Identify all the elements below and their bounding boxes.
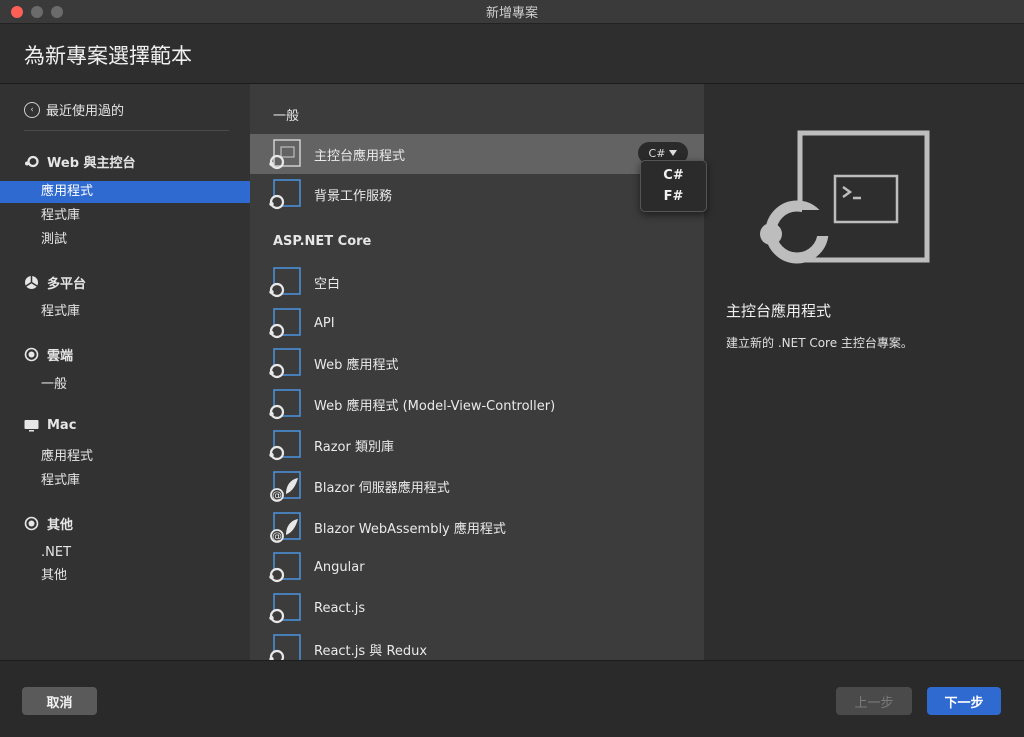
category-cloud[interactable]: 雲端	[24, 345, 73, 364]
recent-button[interactable]: ‹ 最近使用過的	[24, 100, 124, 119]
sidebar-item-other[interactable]: 其他	[0, 565, 250, 587]
project-template-icon	[269, 179, 301, 210]
category-label: 雲端	[47, 349, 74, 364]
language-option-csharp[interactable]: C#	[641, 165, 706, 186]
template-label: Blazor 伺服器應用程式	[314, 480, 450, 496]
blazor-icon: @	[270, 512, 301, 543]
template-react-redux[interactable]: React.js 與 Redux	[250, 629, 704, 660]
multiplatform-icon	[24, 275, 39, 290]
blazor-icon: @	[270, 471, 301, 502]
console-app-icon	[760, 130, 930, 264]
sidebar-item-mac-library[interactable]: 程式庫	[0, 470, 250, 492]
previous-button[interactable]: 上一步	[836, 687, 912, 715]
project-template-icon	[269, 308, 301, 339]
template-api[interactable]: API	[250, 303, 704, 343]
close-window-button[interactable]	[11, 6, 23, 18]
project-template-icon	[269, 267, 301, 298]
chevron-left-icon: ‹	[24, 101, 40, 118]
template-label: Blazor WebAssembly 應用程式	[314, 521, 506, 537]
template-list: 一般 主控台應用程式 C# 背景工作服務 ASP.NET Core 空白 API…	[250, 84, 704, 660]
template-label: Web 應用程式 (Model-View-Controller)	[314, 398, 556, 414]
sidebar-item-apps[interactable]: 應用程式	[0, 181, 250, 203]
project-template-icon	[269, 552, 301, 583]
group-label-general: 一般	[273, 109, 300, 124]
template-label: 空白	[314, 276, 341, 292]
template-label: API	[314, 315, 335, 331]
template-detail-panel: 主控台應用程式 建立新的 .NET Core 主控台專案。	[704, 84, 1024, 660]
language-selected: C#	[648, 146, 666, 160]
title-bar: 新增專案	[0, 0, 1024, 24]
template-razor-library[interactable]: Razor 類別庫	[250, 425, 704, 465]
category-label: 其他	[47, 518, 74, 533]
chevron-down-icon	[669, 150, 678, 156]
sidebar-item-mac-apps[interactable]: 應用程式	[0, 446, 250, 468]
template-detail-description: 建立新的 .NET Core 主控台專案。	[726, 336, 913, 350]
template-label: React.js 與 Redux	[314, 643, 428, 659]
category-label: Web 與主控台	[47, 156, 136, 171]
cloud-icon	[24, 347, 39, 362]
recent-label: 最近使用過的	[46, 104, 125, 119]
svg-text:@: @	[272, 491, 282, 502]
template-angular[interactable]: Angular	[250, 547, 704, 587]
zoom-window-button[interactable]	[51, 6, 63, 18]
minimize-window-button[interactable]	[31, 6, 43, 18]
window-title: 新增專案	[485, 6, 538, 21]
category-mac[interactable]: Mac	[24, 418, 76, 433]
category-sidebar: ‹ 最近使用過的 Web 與主控台 應用程式 程式庫 測試 多平台 程式庫 雲端…	[0, 84, 250, 660]
category-web-console[interactable]: Web 與主控台	[24, 152, 136, 171]
sidebar-item-multiplatform-library[interactable]: 程式庫	[0, 301, 250, 323]
project-template-icon	[269, 348, 301, 379]
template-worker-service[interactable]: 背景工作服務	[250, 174, 704, 214]
template-console-app[interactable]: 主控台應用程式 C#	[250, 134, 704, 174]
project-template-icon	[269, 430, 301, 461]
next-button[interactable]: 下一步	[927, 687, 1001, 715]
dotnet-icon	[24, 154, 39, 169]
template-label: Angular	[314, 559, 365, 575]
template-label: Razor 類別庫	[314, 439, 394, 455]
language-dropdown: C# F#	[640, 160, 707, 212]
template-react[interactable]: React.js	[250, 588, 704, 628]
category-label: 多平台	[47, 277, 87, 292]
sidebar-item-library[interactable]: 程式庫	[0, 205, 250, 227]
monitor-icon	[24, 418, 39, 433]
console-app-icon	[269, 139, 301, 170]
page-title: 為新專案選擇範本	[24, 44, 192, 68]
project-template-icon	[269, 593, 301, 624]
dialog-header: 為新專案選擇範本	[0, 24, 1024, 84]
template-blazor-wasm[interactable]: @ Blazor WebAssembly 應用程式	[250, 507, 704, 547]
template-label: 主控台應用程式	[314, 148, 406, 164]
dialog-footer: 取消 上一步 下一步	[0, 660, 1024, 737]
svg-text:@: @	[272, 532, 282, 543]
template-label: Web 應用程式	[314, 357, 399, 373]
other-icon	[24, 516, 39, 531]
sidebar-item-dotnet[interactable]: .NET	[0, 542, 250, 564]
sidebar-divider	[24, 130, 229, 131]
group-label-aspnet: ASP.NET Core	[273, 234, 372, 249]
template-web-app[interactable]: Web 應用程式	[250, 343, 704, 383]
sidebar-item-cloud-general[interactable]: 一般	[0, 374, 250, 396]
category-multiplatform[interactable]: 多平台	[24, 273, 86, 292]
sidebar-item-tests[interactable]: 測試	[0, 229, 250, 251]
language-option-fsharp[interactable]: F#	[641, 186, 706, 207]
template-label: React.js	[314, 600, 366, 616]
template-empty[interactable]: 空白	[250, 262, 704, 302]
template-blazor-server[interactable]: @ Blazor 伺服器應用程式	[250, 466, 704, 506]
project-template-icon	[269, 389, 301, 420]
window-controls	[11, 6, 63, 18]
category-other[interactable]: 其他	[24, 514, 73, 533]
template-web-app-mvc[interactable]: Web 應用程式 (Model-View-Controller)	[250, 384, 704, 424]
template-label: 背景工作服務	[314, 188, 393, 204]
project-template-icon	[269, 634, 301, 660]
category-label: Mac	[47, 418, 77, 433]
cancel-button[interactable]: 取消	[22, 687, 97, 715]
template-detail-title: 主控台應用程式	[726, 302, 832, 320]
